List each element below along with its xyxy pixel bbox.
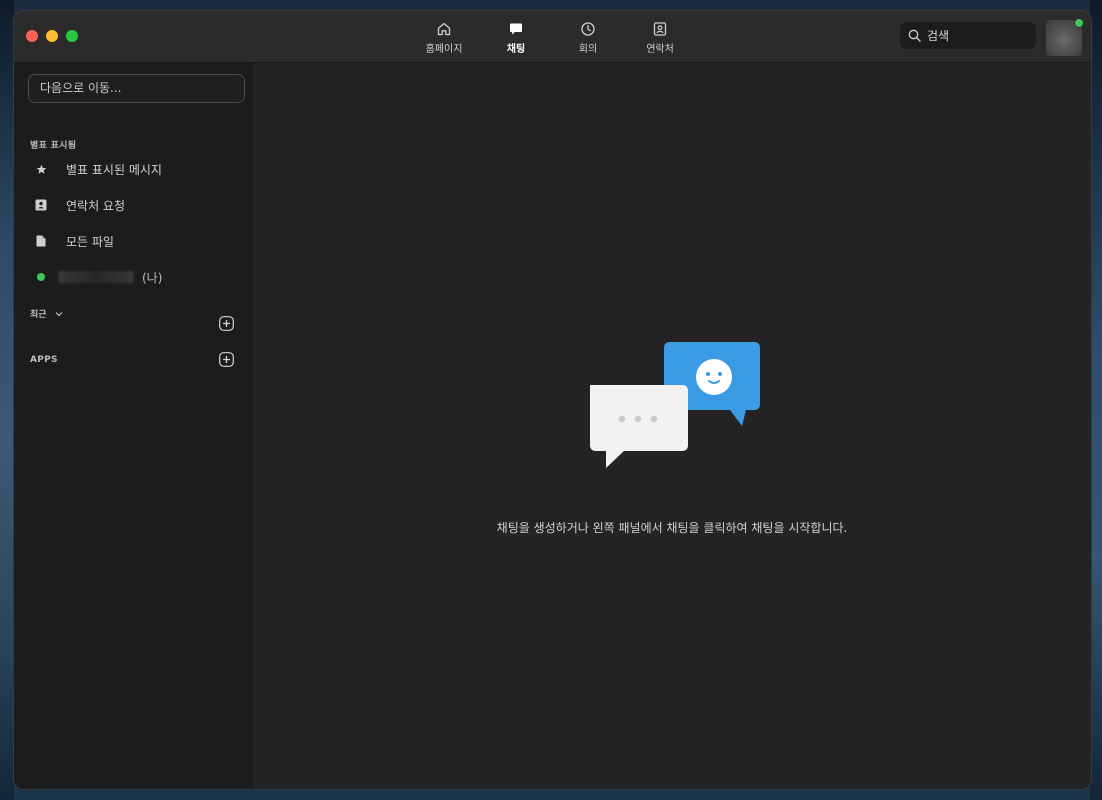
starred-section-title: 별표 표시됨: [30, 141, 77, 151]
sidebar-item-label: 모든 파일: [66, 234, 114, 249]
sidebar-item-label: 별표 표시된 메시지: [66, 162, 162, 177]
sidebar-item-self[interactable]: (나): [34, 265, 234, 289]
sidebar-item-all-files[interactable]: 모든 파일: [34, 229, 234, 253]
add-app-button[interactable]: [219, 352, 234, 367]
search-placeholder: 검색: [927, 29, 950, 43]
zoom-window-button[interactable]: [66, 30, 78, 42]
tab-meetings-label: 회의: [578, 44, 598, 55]
tab-chat-label: 채팅: [506, 44, 526, 55]
add-recent-button[interactable]: [219, 316, 234, 331]
clock-icon: [580, 20, 596, 38]
search-field[interactable]: 검색: [900, 22, 1036, 49]
chat-icon: [508, 20, 524, 38]
sidebar: 다음으로 이동... 별표 표시됨 별표 표시된 메시지 연락처 요청 모든 파…: [14, 63, 253, 789]
contacts-icon: [652, 20, 668, 38]
presence-online-indicator: [1074, 18, 1084, 28]
contact-card-icon: [34, 199, 48, 211]
search-icon: [908, 29, 921, 42]
tab-contacts-label: 연락처: [646, 44, 674, 55]
tab-meetings[interactable]: 회의: [552, 11, 624, 62]
goto-input[interactable]: 다음으로 이동...: [28, 74, 245, 103]
tab-home[interactable]: 홈페이지: [408, 11, 480, 62]
presence-online-icon: [34, 273, 48, 281]
online-dot: [37, 273, 45, 281]
empty-state-message: 채팅을 생성하거나 왼쪽 패널에서 채팅을 클릭하여 채팅을 시작합니다.: [496, 521, 848, 535]
app-window: 홈페이지 채팅 회의 연락처 검색 다음으로 이동... 별표 표시됨 별표 표…: [14, 11, 1091, 789]
recent-section-toggle[interactable]: 최근: [30, 307, 63, 320]
tab-contacts[interactable]: 연락처: [624, 11, 696, 62]
minimize-window-button[interactable]: [46, 30, 58, 42]
chat-main-panel: 채팅을 생성하거나 왼쪽 패널에서 채팅을 클릭하여 채팅을 시작합니다.: [253, 63, 1091, 789]
apps-section-title: APPS: [30, 355, 58, 365]
file-icon: [34, 235, 48, 247]
redacted-username: [58, 271, 134, 283]
goto-placeholder: 다음으로 이동...: [40, 81, 122, 95]
profile-avatar[interactable]: [1046, 18, 1084, 56]
tab-home-label: 홈페이지: [425, 44, 463, 55]
chat-bubbles-illustration: [590, 342, 760, 468]
sidebar-item-contact-requests[interactable]: 연락처 요청: [34, 193, 234, 217]
recent-section-title: 최근: [30, 310, 47, 320]
desktop-background-left: [0, 0, 14, 800]
self-suffix: (나): [142, 270, 163, 285]
chevron-down-icon: [55, 311, 63, 317]
title-bar: 홈페이지 채팅 회의 연락처 검색: [14, 11, 1091, 63]
sidebar-item-starred-messages[interactable]: 별표 표시된 메시지: [34, 157, 234, 181]
desktop-background-right: [1090, 0, 1102, 800]
star-icon: [34, 164, 48, 175]
tab-chat[interactable]: 채팅: [480, 11, 552, 62]
close-window-button[interactable]: [26, 30, 38, 42]
sidebar-item-label: 연락처 요청: [66, 198, 126, 213]
top-nav: 홈페이지 채팅 회의 연락처: [408, 11, 696, 62]
home-icon: [436, 20, 452, 38]
white-typing-bubble: [590, 385, 688, 468]
